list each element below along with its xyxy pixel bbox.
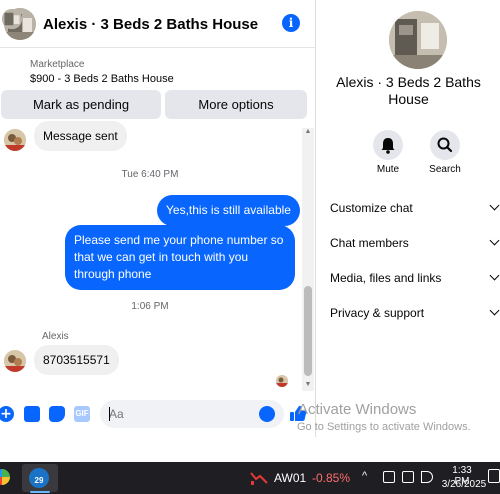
mark-as-pending-button[interactable]: Mark as pending (1, 90, 161, 119)
start-icon[interactable] (0, 469, 10, 485)
menu-item-label: Media, files and links (330, 271, 442, 285)
battery-icon[interactable] (383, 471, 395, 483)
chat-title[interactable]: Alexis · 3 Beds 2 Baths House (43, 16, 258, 33)
scroll-up-icon[interactable]: ▲ (304, 128, 312, 136)
menu-customize-chat[interactable]: Customize chat (330, 200, 500, 215)
incoming-message[interactable]: Message sent (34, 121, 127, 151)
chat-header: Alexis · 3 Beds 2 Baths House i (0, 0, 316, 48)
message-list: Message sent Tue 6:40 PM Yes,this is sti… (0, 121, 316, 391)
info-icon[interactable]: i (282, 14, 300, 32)
chevron-down-icon (489, 305, 500, 316)
timestamp: 1:06 PM (131, 301, 169, 312)
search-label: Search (429, 164, 461, 175)
details-pane: Alexis · 3 Beds 2 Baths House Mute Searc… (317, 0, 500, 437)
stock-chart-icon[interactable] (250, 471, 268, 485)
plus-icon[interactable]: + (0, 406, 14, 422)
search-button[interactable] (430, 130, 460, 160)
scroll-down-icon[interactable]: ▼ (304, 381, 312, 389)
seen-indicator-avatar (276, 375, 288, 387)
timestamp: Tue 6:40 PM (121, 169, 179, 180)
search-icon (437, 137, 453, 153)
mute-button[interactable] (373, 130, 403, 160)
marketplace-avatar (2, 9, 22, 29)
chevron-down-icon (489, 235, 500, 246)
weather-app-icon[interactable]: 29 (29, 468, 49, 488)
mute-label: Mute (376, 164, 400, 175)
menu-privacy-support[interactable]: Privacy & support (330, 305, 500, 320)
gif-icon[interactable]: GIF (74, 406, 90, 422)
volume-icon[interactable] (421, 471, 433, 483)
image-icon[interactable] (24, 406, 40, 422)
stock-change[interactable]: -0.85% (312, 471, 350, 485)
tray-chevron-up-icon[interactable]: ^ (362, 470, 372, 482)
chevron-down-icon (489, 200, 500, 211)
details-title: Alexis · 3 Beds 2 Baths House (336, 74, 481, 107)
text-caret (109, 407, 110, 421)
sticker-icon[interactable] (49, 406, 65, 422)
message-input[interactable] (100, 400, 284, 428)
bell-icon (381, 138, 395, 154)
scrollbar-thumb[interactable] (304, 286, 312, 376)
house-profile-photo[interactable] (389, 11, 447, 69)
app-root: Alexis · 3 Beds 2 Baths House i Marketpl… (0, 0, 500, 494)
menu-chat-members[interactable]: Chat members (330, 235, 500, 250)
menu-media-files-links[interactable]: Media, files and links (330, 270, 500, 285)
emoji-icon[interactable] (259, 406, 275, 422)
listing-title[interactable]: $900 - 3 Beds 2 Baths House (30, 73, 174, 85)
sender-name: Alexis (42, 331, 69, 342)
activate-windows-hint: Go to Settings to activate Windows. (297, 421, 471, 433)
clock-date[interactable]: 3/26/2025 (438, 479, 490, 490)
outgoing-message[interactable]: Yes,this is still available (157, 195, 300, 226)
incoming-message[interactable]: 8703515571 (34, 345, 119, 375)
sender-avatar[interactable] (4, 350, 26, 372)
chat-pane: Alexis · 3 Beds 2 Baths House i Marketpl… (0, 0, 316, 437)
monitor-icon[interactable] (402, 471, 414, 483)
chevron-down-icon (489, 270, 500, 281)
notification-icon[interactable] (488, 469, 500, 483)
activate-windows-watermark: Activate Windows (298, 401, 417, 418)
outgoing-message[interactable]: Please send me your phone number so that… (65, 225, 295, 290)
menu-item-label: Chat members (330, 236, 409, 250)
stock-ticker[interactable]: AW01 (274, 471, 306, 485)
active-app-indicator (30, 491, 50, 493)
more-options-button[interactable]: More options (165, 90, 307, 119)
menu-item-label: Customize chat (330, 201, 413, 215)
sender-avatar[interactable] (4, 129, 26, 151)
marketplace-label: Marketplace (30, 59, 85, 70)
menu-item-label: Privacy & support (330, 306, 425, 320)
